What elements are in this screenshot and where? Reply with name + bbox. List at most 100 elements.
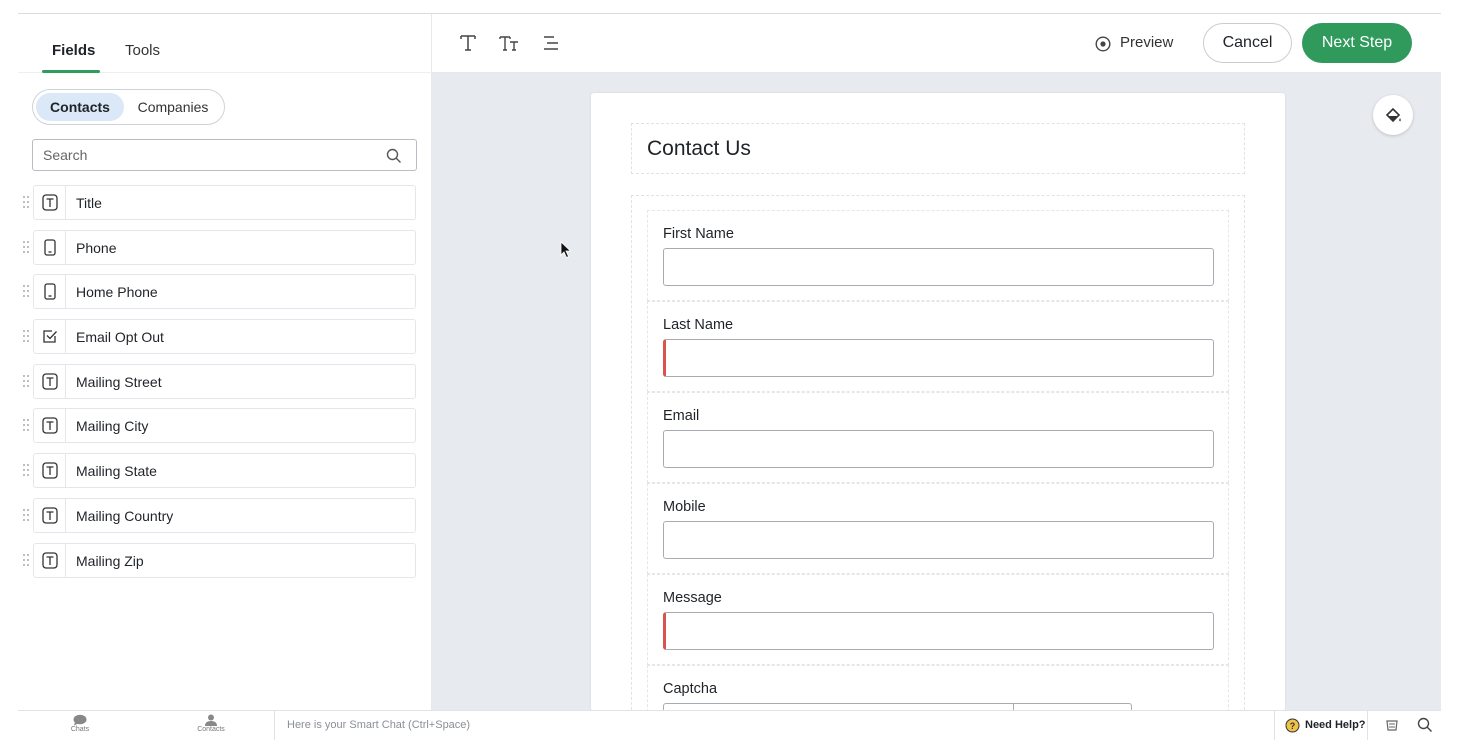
tab-fields[interactable]: Fields bbox=[52, 42, 95, 59]
draggable-field[interactable]: Mailing State bbox=[33, 453, 416, 489]
smart-chat-input[interactable]: Here is your Smart Chat (Ctrl+Space) bbox=[274, 711, 1264, 740]
drag-handle-icon[interactable] bbox=[22, 240, 30, 254]
draggable-field[interactable]: Mailing Street bbox=[33, 363, 416, 399]
field-label: Mailing State bbox=[76, 463, 157, 480]
form-fields-area: First Name Last Name Email Mobile Message Cap… bbox=[631, 195, 1245, 711]
phone-icon bbox=[34, 230, 66, 264]
text-size-icon[interactable] bbox=[499, 33, 519, 53]
first-name-input[interactable] bbox=[663, 248, 1214, 286]
form-field-first-name[interactable]: First Name bbox=[647, 210, 1229, 301]
chat-icon bbox=[73, 714, 87, 726]
svg-text:?: ? bbox=[1290, 721, 1296, 731]
search-input[interactable] bbox=[33, 140, 373, 170]
field-label: Email Opt Out bbox=[76, 329, 164, 346]
panel-tabs: Fields Tools bbox=[18, 14, 432, 73]
form-field-email[interactable]: Email bbox=[647, 392, 1229, 483]
form-canvas: Preview Cancel Next Step Contact Us Firs… bbox=[432, 14, 1441, 711]
draggable-field[interactable]: Email Opt Out bbox=[33, 319, 416, 355]
field-list-item: Mailing Country bbox=[18, 497, 432, 533]
form-title-block[interactable]: Contact Us bbox=[631, 123, 1245, 174]
theme-button[interactable] bbox=[1373, 95, 1413, 135]
drag-handle-icon[interactable] bbox=[22, 329, 30, 343]
checkbox-icon bbox=[34, 320, 66, 354]
phone-icon bbox=[34, 275, 66, 309]
field-list-item: Mailing State bbox=[18, 453, 432, 489]
field-label: Title bbox=[76, 195, 102, 211]
form-field-label: Last Name bbox=[663, 317, 734, 333]
text-icon[interactable] bbox=[458, 33, 478, 53]
field-list-item: Mailing City bbox=[18, 408, 432, 444]
form-field-last-name[interactable]: Last Name bbox=[647, 301, 1229, 392]
field-list-item: Email Opt Out bbox=[18, 319, 432, 355]
text-field-icon bbox=[34, 186, 66, 219]
active-tab-indicator bbox=[42, 70, 100, 73]
field-label: Mailing Zip bbox=[76, 552, 144, 569]
form-title: Contact Us bbox=[647, 137, 751, 160]
chats-label: Chats bbox=[70, 726, 90, 733]
field-list: Title Phone Home Phone Email Opt Out Mailing… bbox=[18, 185, 432, 587]
eye-icon bbox=[1095, 36, 1111, 52]
need-help-label: Need Help? bbox=[1305, 719, 1366, 731]
drag-handle-icon[interactable] bbox=[22, 418, 30, 432]
draggable-field[interactable]: Title bbox=[33, 185, 416, 220]
field-list-item: Mailing Zip bbox=[18, 542, 432, 578]
editor-toolbar: Preview Cancel Next Step bbox=[432, 14, 1441, 73]
form-field-label: Email bbox=[663, 408, 700, 424]
form-preview: Contact Us First Name Last Name Email Mobil… bbox=[591, 93, 1285, 711]
draggable-field[interactable]: Mailing Country bbox=[33, 497, 416, 533]
global-search-icon[interactable] bbox=[1417, 717, 1433, 733]
draggable-field[interactable]: Home Phone bbox=[33, 274, 416, 310]
preview-label: Preview bbox=[1120, 34, 1174, 51]
drag-handle-icon[interactable] bbox=[22, 374, 30, 388]
contacts-toggle[interactable]: Contacts bbox=[36, 93, 124, 121]
drag-handle-icon[interactable] bbox=[22, 553, 30, 567]
drag-handle-icon[interactable] bbox=[22, 284, 30, 298]
form-field-label: Message bbox=[663, 590, 722, 606]
fields-panel: Fields Tools Contacts Companies Title Pho… bbox=[18, 14, 432, 711]
text-field-icon bbox=[34, 498, 66, 532]
form-field-message[interactable]: Message bbox=[647, 574, 1229, 665]
text-field-icon bbox=[34, 409, 66, 443]
form-field-captcha[interactable]: Captcha bbox=[647, 665, 1229, 711]
text-field-icon bbox=[34, 454, 66, 488]
next-step-button[interactable]: Next Step bbox=[1302, 23, 1412, 63]
field-search bbox=[32, 139, 417, 171]
module-switch: Contacts Companies bbox=[32, 89, 225, 125]
draggable-field[interactable]: Phone bbox=[33, 229, 416, 265]
notification-icon[interactable] bbox=[1384, 717, 1400, 733]
draggable-field[interactable]: Mailing Zip bbox=[33, 542, 416, 578]
paint-bucket-icon bbox=[1385, 107, 1401, 123]
tab-tools[interactable]: Tools bbox=[125, 42, 160, 59]
contacts-nav[interactable]: Contacts bbox=[191, 714, 231, 740]
drag-handle-icon[interactable] bbox=[22, 508, 30, 522]
contacts-label: Contacts bbox=[197, 726, 225, 733]
field-list-item: Home Phone bbox=[18, 274, 432, 310]
message-input[interactable] bbox=[663, 612, 1214, 650]
field-label: Home Phone bbox=[76, 284, 158, 301]
drag-handle-icon[interactable] bbox=[22, 463, 30, 477]
form-field-label: Mobile bbox=[663, 499, 706, 515]
help-icon: ? bbox=[1285, 718, 1300, 733]
companies-toggle[interactable]: Companies bbox=[128, 93, 218, 121]
field-label: Mailing City bbox=[76, 418, 149, 435]
mouse-cursor-icon bbox=[560, 241, 572, 259]
text-field-icon bbox=[34, 364, 66, 398]
email-input[interactable] bbox=[663, 430, 1214, 468]
cancel-button[interactable]: Cancel bbox=[1203, 23, 1292, 63]
draggable-field[interactable]: Mailing City bbox=[33, 408, 416, 444]
contact-icon bbox=[205, 714, 217, 726]
form-field-label: First Name bbox=[663, 226, 734, 242]
form-field-label: Captcha bbox=[663, 681, 718, 697]
form-field-mobile[interactable]: Mobile bbox=[647, 483, 1229, 574]
chats-nav[interactable]: Chats bbox=[60, 714, 100, 740]
text-field-icon bbox=[34, 543, 66, 577]
mobile-input[interactable] bbox=[663, 521, 1214, 559]
field-label: Mailing Street bbox=[76, 373, 162, 390]
search-icon[interactable] bbox=[386, 148, 402, 164]
need-help-button[interactable]: ? Need Help? bbox=[1274, 711, 1368, 740]
last-name-input[interactable] bbox=[663, 339, 1214, 377]
drag-handle-icon[interactable] bbox=[22, 195, 30, 209]
field-label: Phone bbox=[76, 239, 117, 256]
field-label: Mailing Country bbox=[76, 507, 174, 524]
align-icon[interactable] bbox=[541, 33, 561, 53]
